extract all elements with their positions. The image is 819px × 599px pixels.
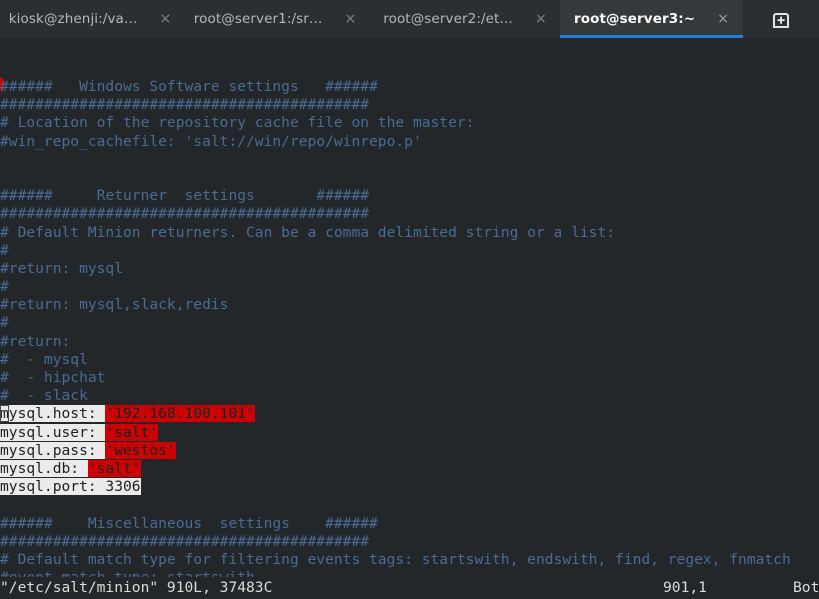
code-line: # (0, 241, 9, 259)
close-icon[interactable]: × (345, 12, 357, 26)
code-line: ###### Returner settings ###### (0, 187, 370, 205)
code-line: # - hipchat (0, 369, 106, 386)
config-key: mysql.db: (0, 459, 88, 477)
terminal-window: kiosk@zhenji:/va… × root@server1:/sr… × … (0, 0, 819, 599)
config-key: mysql.user: (0, 423, 106, 441)
config-value: 'salt' (105, 423, 159, 441)
tab-kiosk-zhenji[interactable]: kiosk@zhenji:/va… × (0, 0, 180, 38)
status-line: "/etc/salt/minion" 910L, 37483C 901,1 Bo… (0, 577, 819, 599)
close-icon[interactable]: × (535, 12, 547, 26)
code-line: #win_repo_cachefile: 'salt://win/repo/wi… (0, 132, 422, 150)
tab-label: root@server2:/et… (383, 11, 514, 27)
config-value: 'westos' (105, 441, 176, 459)
config-line-mysql-pass[interactable]: mysql.pass: 'westos' (0, 441, 819, 460)
editor-buffer[interactable]: ###### Windows Software settings ###### … (0, 78, 819, 587)
code-line: # (0, 278, 9, 296)
code-line: ########################################… (0, 96, 370, 114)
config-line-mysql-user[interactable]: mysql.user: 'salt' (0, 423, 819, 442)
config-line-mysql-host[interactable]: mysql.host: '192.168.100.101' (0, 405, 819, 423)
code-line: ###### Windows Software settings ###### (0, 78, 378, 95)
code-line: ########################################… (0, 532, 370, 550)
config-value: 'salt' (87, 459, 141, 477)
code-line: # (0, 314, 9, 332)
code-line: ###### Miscellaneous settings ###### (0, 514, 378, 532)
code-line: # Default Minion returners. Can be a com… (0, 223, 616, 241)
close-icon[interactable]: × (160, 12, 172, 26)
config-line-mysql-db[interactable]: mysql.db: 'salt' (0, 459, 819, 478)
code-line: # - mysql (0, 350, 88, 368)
config-value: '192.168.100.101' (105, 405, 255, 423)
tab-bar: kiosk@zhenji:/va… × root@server1:/sr… × … (0, 0, 819, 38)
code-line: # - slack (0, 387, 88, 405)
code-line: ########################################… (0, 205, 370, 223)
code-line: #return: (0, 332, 71, 350)
code-line: #return: mysql,slack,redis (0, 296, 229, 314)
status-scroll-state: Bot (793, 579, 819, 596)
status-cursor-position: 901,1 (663, 579, 707, 596)
new-tab-icon (770, 8, 792, 30)
code-line: #return: mysql (0, 259, 124, 277)
tab-root-server1[interactable]: root@server1:/sr… × (180, 0, 370, 38)
tab-root-server3[interactable]: root@server3:~ × (560, 0, 743, 38)
new-tab-button[interactable] (743, 0, 819, 38)
tab-label: root@server3:~ (574, 11, 696, 27)
code-line: # Location of the repository cache file … (0, 114, 475, 132)
terminal-body[interactable]: ###### Windows Software settings ###### … (0, 38, 819, 599)
config-key: mysql.pass: (0, 441, 106, 459)
code-line: # Default match type for filtering event… (0, 550, 791, 568)
tab-label: kiosk@zhenji:/va… (8, 11, 138, 27)
config-key: mysql.port: 3306 (0, 478, 141, 496)
tab-root-server2[interactable]: root@server2:/et… × (370, 0, 560, 38)
cursor: m (0, 405, 9, 423)
config-key: ysql.host: (8, 405, 106, 423)
close-icon[interactable]: × (717, 12, 729, 26)
status-file-info: "/etc/salt/minion" 910L, 37483C (0, 579, 273, 596)
tab-label: root@server1:/sr… (193, 11, 323, 27)
config-line-mysql-port[interactable]: mysql.port: 3306 (0, 478, 819, 496)
